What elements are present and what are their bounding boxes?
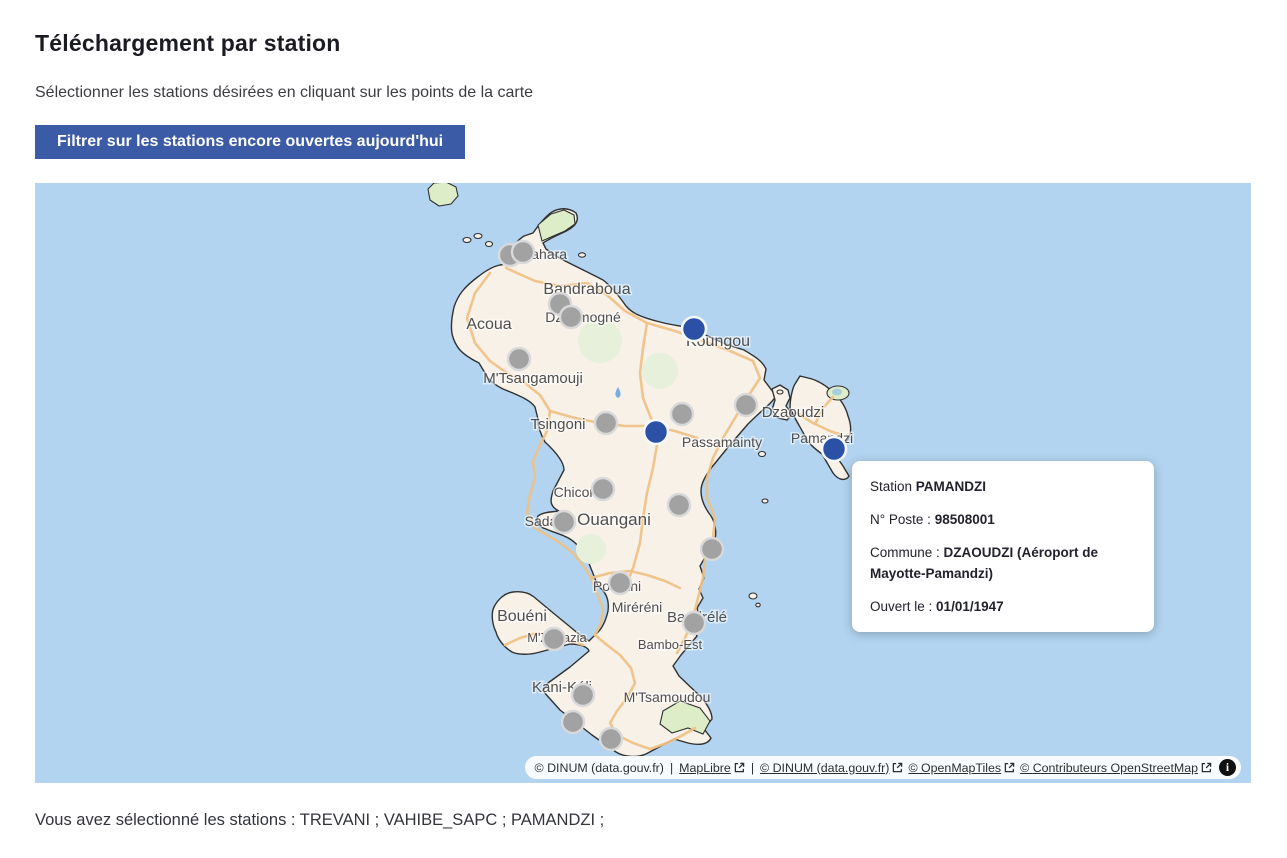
info-icon-glyph: i — [1226, 762, 1229, 774]
openmaptiles-link[interactable]: © OpenMapTiles — [908, 761, 1015, 775]
external-link-icon — [1004, 762, 1015, 773]
dinum-link-label: © DINUM (data.gouv.fr) — [760, 761, 889, 775]
forest-patch — [576, 534, 606, 564]
map-place-label: Bambo-Est — [638, 637, 703, 652]
station-marker[interactable] — [562, 711, 584, 733]
station-marker[interactable] — [572, 684, 594, 706]
small-islet — [474, 234, 482, 239]
map-place-label: Tsingoni — [530, 416, 585, 433]
station-marker[interactable] — [595, 412, 617, 434]
small-islet — [749, 593, 757, 599]
map-place-label: Acoua — [466, 316, 511, 333]
tooltip-station-row: Station PAMANDZI — [870, 477, 1136, 498]
station-marker[interactable] — [543, 628, 565, 650]
external-link-icon — [1201, 762, 1212, 773]
small-islet — [759, 452, 766, 457]
attribution-separator: | — [751, 761, 754, 775]
attribution-separator: | — [670, 761, 673, 775]
dziani-crater-lake — [832, 389, 842, 396]
tooltip-commune-label: Commune : — [870, 545, 940, 560]
map-place-label: Passamainty — [682, 434, 762, 450]
station-marker-selected[interactable] — [822, 437, 846, 461]
station-marker[interactable] — [508, 348, 530, 370]
station-marker[interactable] — [668, 494, 690, 516]
external-link-icon — [734, 762, 745, 773]
download-by-station-section: Téléchargement par station Sélectionner … — [0, 0, 1287, 830]
maplibre-link-label: MapLibre — [679, 761, 731, 775]
station-marker[interactable] — [592, 478, 614, 500]
openstreetmap-link[interactable]: © Contributeurs OpenStreetMap — [1020, 761, 1212, 775]
forest-patch — [642, 353, 678, 389]
tooltip-open-value: 01/01/1947 — [936, 599, 1004, 614]
selected-stations-text: Vous avez sélectionné les stations : TRE… — [35, 811, 1251, 830]
small-islet — [777, 390, 783, 394]
station-marker[interactable] — [600, 728, 622, 750]
map-place-label: M'Tsamoudou — [624, 689, 711, 705]
page-title: Téléchargement par station — [35, 30, 1251, 57]
map-attribution: © DINUM (data.gouv.fr) | MapLibre | © DI… — [525, 756, 1241, 779]
small-islet — [756, 603, 760, 607]
forest-patch — [578, 319, 622, 363]
station-map[interactable]: M'TsaharaBandrabouaDzoumognéAcouaKoungou… — [35, 183, 1251, 783]
small-islet — [486, 242, 493, 247]
openmaptiles-link-label: © OpenMapTiles — [908, 761, 1001, 775]
small-islet — [463, 238, 471, 243]
station-marker[interactable] — [609, 572, 631, 594]
external-link-icon — [892, 762, 903, 773]
station-marker[interactable] — [553, 511, 575, 533]
map-place-label: M'Tsangamouji — [483, 370, 583, 387]
tooltip-commune-row: Commune : DZAOUDZI (Aéroport de Mayotte-… — [870, 543, 1136, 585]
station-marker-selected[interactable] — [644, 420, 668, 444]
maplibre-link[interactable]: MapLibre — [679, 761, 745, 775]
selected-stations-prefix: Vous avez sélectionné les stations : — [35, 811, 296, 829]
openstreetmap-link-label: © Contributeurs OpenStreetMap — [1020, 761, 1198, 775]
tooltip-poste-label: N° Poste : — [870, 512, 931, 527]
small-islet — [579, 253, 586, 257]
map-place-label: Dzaoudzi — [762, 404, 825, 421]
station-marker[interactable] — [735, 394, 757, 416]
small-islet — [762, 499, 768, 503]
info-icon[interactable]: i — [1219, 759, 1236, 776]
selected-stations-list: TREVANI ; VAHIBE_SAPC ; PAMANDZI ; — [300, 811, 604, 829]
tooltip-station-name: PAMANDZI — [916, 479, 986, 494]
dinum-link[interactable]: © DINUM (data.gouv.fr) — [760, 761, 903, 775]
filter-open-stations-button[interactable]: Filtrer sur les stations encore ouvertes… — [35, 125, 465, 159]
station-marker[interactable] — [701, 538, 723, 560]
station-marker-selected[interactable] — [682, 317, 706, 341]
attribution-prefix: © DINUM (data.gouv.fr) — [535, 761, 664, 775]
map-place-label: Ouangani — [577, 510, 651, 529]
map-place-label: Bouéni — [497, 608, 547, 625]
tooltip-open-label: Ouvert le : — [870, 599, 932, 614]
station-marker[interactable] — [671, 403, 693, 425]
map-place-label: Miréréni — [612, 599, 663, 615]
station-marker[interactable] — [560, 306, 582, 328]
tooltip-open-row: Ouvert le : 01/01/1947 — [870, 597, 1136, 618]
instructions-text: Sélectionner les stations désirées en cl… — [35, 84, 1251, 102]
tooltip-poste-row: N° Poste : 98508001 — [870, 510, 1136, 531]
tooltip-station-label: Station — [870, 479, 912, 494]
station-marker[interactable] — [512, 241, 534, 263]
tooltip-poste-value: 98508001 — [935, 512, 995, 527]
station-tooltip: Station PAMANDZI N° Poste : 98508001 Com… — [852, 461, 1154, 632]
station-marker[interactable] — [683, 612, 705, 634]
